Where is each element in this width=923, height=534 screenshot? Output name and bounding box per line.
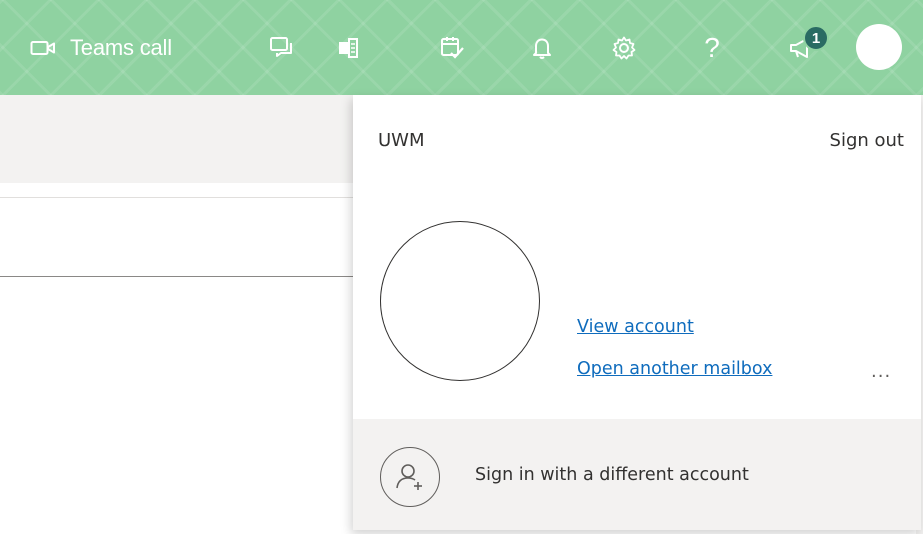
notifications-button[interactable] (522, 0, 562, 95)
help-button[interactable]: ? (692, 0, 732, 95)
bell-icon (531, 36, 553, 60)
account-avatar-button[interactable] (856, 24, 902, 70)
user-avatar (380, 221, 540, 381)
todo-button[interactable] (432, 0, 472, 95)
gear-icon (611, 35, 637, 61)
office-icon (336, 36, 360, 60)
teams-call-label: Teams call (70, 34, 172, 60)
todo-icon (439, 35, 465, 61)
view-account-link[interactable]: View account (577, 317, 694, 337)
sign-in-different-account-label: Sign in with a different account (475, 465, 749, 485)
chat-icon (269, 36, 295, 60)
divider (0, 276, 353, 277)
settings-button[interactable] (604, 0, 644, 95)
header-bar: Teams call ? 1 (0, 0, 923, 95)
chat-button[interactable] (262, 0, 302, 95)
different-account-row[interactable]: Sign in with a different account (353, 419, 921, 530)
notification-badge: 1 (803, 25, 829, 51)
sign-out-button[interactable]: Sign out (830, 130, 904, 151)
divider (0, 197, 353, 198)
background-toolbar (0, 95, 353, 183)
add-person-icon (380, 447, 440, 507)
organization-name: UWM (378, 130, 425, 151)
more-options-button[interactable]: ... (871, 361, 891, 382)
help-icon: ? (704, 31, 720, 63)
account-flyout: UWM Sign out View account Open another m… (353, 95, 921, 530)
video-icon (30, 39, 56, 57)
office-button[interactable] (328, 0, 368, 95)
teams-call-button[interactable]: Teams call (30, 0, 220, 95)
open-another-mailbox-link[interactable]: Open another mailbox (577, 359, 772, 379)
